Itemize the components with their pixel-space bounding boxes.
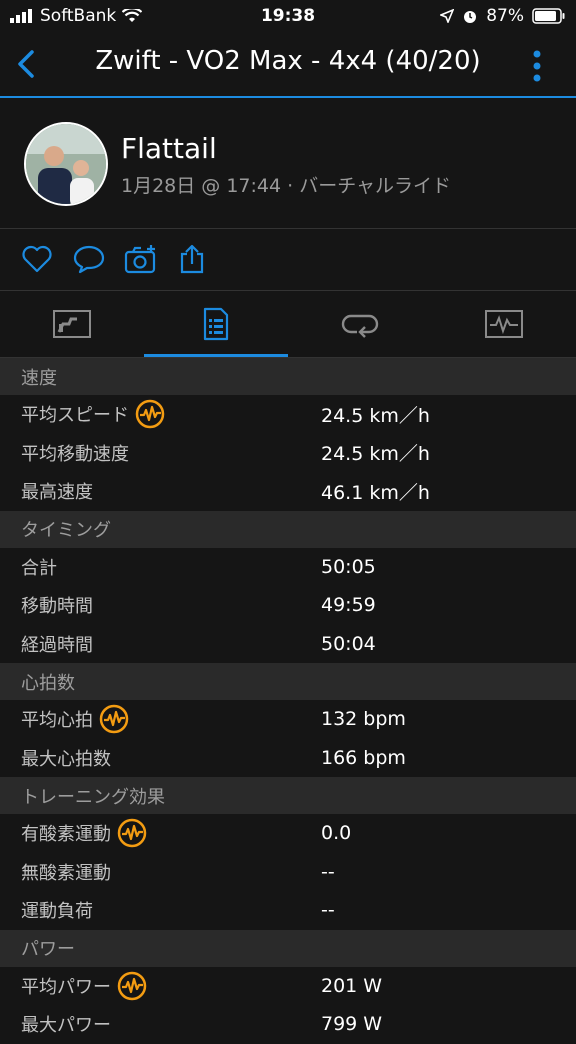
like-button[interactable] xyxy=(19,241,55,277)
stat-label-wrap: 有酸素運動 xyxy=(21,818,147,848)
stat-label: 経過時間 xyxy=(21,634,93,656)
stat-label: 平均スピード xyxy=(21,405,129,427)
stats-list: 速度 平均スピード 24.5 km／h 平均移動速度 24.5 km／h 最高速… xyxy=(0,358,576,1044)
location-icon xyxy=(440,9,455,23)
stat-value: 166 bpm xyxy=(321,746,406,769)
stat-row: 合計 50:05 xyxy=(0,548,576,587)
tab-graphs[interactable] xyxy=(432,291,576,357)
graph-tab-icon xyxy=(485,310,523,338)
page-title: Zwift - VO2 Max - 4x4 (40/20) xyxy=(95,46,481,76)
share-button[interactable] xyxy=(174,241,210,277)
stat-row: 平均パワー 201 W xyxy=(0,967,576,1006)
stat-row: 無酸素運動 -- xyxy=(0,853,576,892)
stat-value: 799 W xyxy=(321,1013,383,1036)
add-photo-button[interactable] xyxy=(123,241,159,277)
tab-laps[interactable] xyxy=(288,291,432,357)
battery-icon xyxy=(532,8,565,24)
section-header: パワー xyxy=(0,929,576,967)
stat-label: 運動負荷 xyxy=(21,901,93,923)
heart-rate-badge-icon[interactable] xyxy=(99,704,129,734)
share-icon xyxy=(180,244,204,274)
stats-tab-icon xyxy=(203,307,229,341)
comment-button[interactable] xyxy=(71,241,107,277)
stat-value: 201 W xyxy=(321,974,383,997)
tab-bar xyxy=(0,291,576,358)
section-header: 速度 xyxy=(0,358,576,395)
section-header: 心拍数 xyxy=(0,663,576,700)
tab-stats[interactable] xyxy=(144,291,288,357)
section-header: タイミング xyxy=(0,510,576,548)
stat-row: 最大パワー 799 W xyxy=(0,1005,576,1044)
stat-value: 24.5 km／h xyxy=(321,443,430,466)
heart-icon xyxy=(22,245,52,273)
stat-row: 運動負荷 -- xyxy=(0,891,576,930)
avatar-photo xyxy=(26,124,106,204)
nav-bar: Zwift - VO2 Max - 4x4 (40/20) xyxy=(0,34,576,98)
stat-row: 有酸素運動 0.0 xyxy=(0,814,576,853)
status-bar: SoftBank 19:38 87% xyxy=(0,0,576,34)
stat-value: 50:04 xyxy=(321,632,376,655)
stat-row: 最大心拍数 166 bpm xyxy=(0,739,576,778)
stat-label: 最大パワー xyxy=(21,1015,111,1037)
back-button[interactable] xyxy=(6,44,46,84)
heart-rate-badge-icon[interactable] xyxy=(117,818,147,848)
stat-row: 経過時間 50:04 xyxy=(0,625,576,664)
stat-value: 24.5 km／h xyxy=(321,404,430,427)
stat-row: 平均移動速度 24.5 km／h xyxy=(0,434,576,473)
stat-label-wrap: 平均パワー xyxy=(21,971,147,1001)
stat-label: 平均パワー xyxy=(21,976,111,998)
stat-label: 平均移動速度 xyxy=(21,443,129,465)
stat-value: -- xyxy=(321,860,335,883)
activity-header: Flattail 1月28日 @ 17:44 · バーチャルライド xyxy=(0,98,576,229)
stat-value: 132 bpm xyxy=(321,708,406,731)
stat-label-wrap: 平均スピード xyxy=(21,399,165,429)
stat-row: 平均心拍 132 bpm xyxy=(0,700,576,739)
action-bar xyxy=(0,229,576,291)
stat-label-wrap: 平均心拍 xyxy=(21,704,129,734)
stat-label: 移動時間 xyxy=(21,596,93,618)
stat-row: 最高速度 46.1 km／h xyxy=(0,472,576,511)
alarm-icon xyxy=(464,11,477,23)
stat-row: 平均スピード 24.5 km／h xyxy=(0,395,576,434)
user-name[interactable]: Flattail xyxy=(121,132,217,165)
more-vertical-icon xyxy=(533,50,541,82)
laps-tab-icon xyxy=(341,314,379,338)
battery-percent: 87% xyxy=(486,6,524,26)
stat-value: -- xyxy=(321,899,335,922)
comment-icon xyxy=(73,245,105,274)
heart-rate-badge-icon[interactable] xyxy=(117,971,147,1001)
stat-label: 最高速度 xyxy=(21,482,93,504)
stat-value: 0.0 xyxy=(321,822,352,845)
stat-value: 46.1 km／h xyxy=(321,481,430,504)
stat-value: 50:05 xyxy=(321,555,376,578)
status-right: 87% xyxy=(440,6,566,26)
activity-meta: 1月28日 @ 17:44 · バーチャルライド xyxy=(121,175,452,197)
tab-overview[interactable] xyxy=(0,291,144,357)
stat-label: 合計 xyxy=(21,557,57,579)
section-header: トレーニング効果 xyxy=(0,777,576,814)
stat-label: 有酸素運動 xyxy=(21,824,111,846)
stat-label: 平均心拍 xyxy=(21,710,93,732)
chevron-left-icon xyxy=(18,50,34,78)
camera-add-icon xyxy=(124,245,156,274)
more-options-button[interactable] xyxy=(522,46,552,86)
stat-label: 最大心拍数 xyxy=(21,748,111,770)
avatar[interactable] xyxy=(24,122,108,206)
chart-tab-icon xyxy=(53,310,91,338)
stat-label: 無酸素運動 xyxy=(21,862,111,884)
heart-rate-badge-icon[interactable] xyxy=(135,399,165,429)
stat-row: 移動時間 49:59 xyxy=(0,586,576,625)
stat-value: 49:59 xyxy=(321,594,376,617)
